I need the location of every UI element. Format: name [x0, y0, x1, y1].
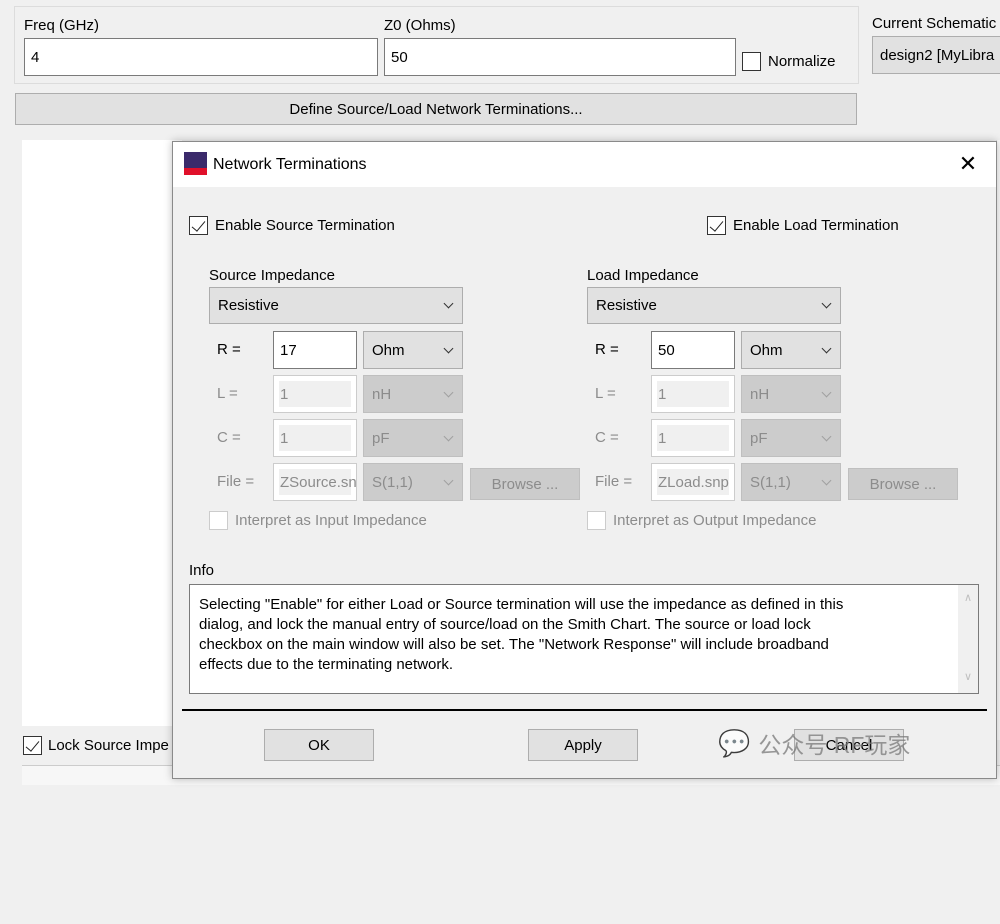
lock-source-checkbox[interactable]	[23, 736, 42, 755]
z0-input[interactable]: 50	[384, 38, 736, 76]
info-text: Selecting "Enable" for either Load or So…	[199, 596, 844, 673]
freq-input[interactable]: 4	[24, 38, 378, 76]
normalize-label: Normalize	[768, 53, 836, 70]
source-r-input[interactable]: 17	[273, 331, 357, 369]
chevron-down-icon	[443, 475, 454, 485]
source-c-input[interactable]: 1	[273, 419, 357, 457]
source-l-input[interactable]: 1	[273, 375, 357, 413]
source-l-unit-select[interactable]: nH	[363, 375, 463, 413]
source-r-unit-select[interactable]: Ohm	[363, 331, 463, 369]
load-browse-button[interactable]: Browse ...	[848, 468, 958, 500]
chevron-down-icon	[443, 431, 454, 441]
chevron-down-icon	[821, 343, 832, 353]
source-r-label: R =	[217, 341, 241, 358]
chevron-down-icon	[443, 298, 454, 309]
info-label: Info	[189, 562, 215, 579]
chevron-down-icon	[821, 475, 832, 485]
load-r-input[interactable]: 50	[651, 331, 735, 369]
info-scrollbar[interactable]: ∧ ∨	[958, 585, 978, 693]
current-schematic-label: Current Schematic	[872, 15, 997, 32]
chevron-down-icon	[443, 387, 454, 397]
scroll-up-icon[interactable]: ∧	[958, 591, 978, 604]
load-file-param-select[interactable]: S(1,1)	[741, 463, 841, 501]
chevron-down-icon	[821, 431, 832, 441]
divider	[182, 709, 987, 711]
source-file-param-select[interactable]: S(1,1)	[363, 463, 463, 501]
load-l-input[interactable]: 1	[651, 375, 735, 413]
z0-label: Z0 (Ohms)	[384, 17, 456, 34]
load-l-unit-select[interactable]: nH	[741, 375, 841, 413]
source-type-select[interactable]: Resistive	[209, 287, 463, 324]
close-icon[interactable]: ✕	[953, 150, 983, 180]
source-c-unit-select[interactable]: pF	[363, 419, 463, 457]
source-l-label: L =	[217, 385, 238, 402]
ok-button[interactable]: OK	[264, 729, 374, 761]
normalize-checkbox[interactable]	[742, 52, 761, 71]
apply-button[interactable]: Apply	[528, 729, 638, 761]
interpret-output-label: Interpret as Output Impedance	[613, 512, 817, 529]
load-r-label: R =	[595, 341, 619, 358]
define-terminations-button[interactable]: Define Source/Load Network Terminations.…	[15, 93, 857, 125]
lock-source-label: Lock Source Impe	[48, 737, 169, 754]
source-heading: Source Impedance	[209, 267, 335, 284]
freq-label: Freq (GHz)	[24, 17, 99, 34]
load-file-input[interactable]: ZLoad.snp	[651, 463, 735, 501]
current-schematic-select[interactable]: design2 [MyLibra	[872, 36, 1000, 74]
load-heading: Load Impedance	[587, 267, 699, 284]
info-textarea[interactable]: Selecting "Enable" for either Load or So…	[189, 584, 979, 694]
load-file-label: File =	[595, 473, 633, 490]
source-impedance-group: Source Impedance Resistive R = 17 Ohm L …	[173, 142, 580, 924]
load-c-input[interactable]: 1	[651, 419, 735, 457]
chevron-down-icon	[443, 343, 454, 353]
source-file-label: File =	[217, 473, 255, 490]
source-file-input[interactable]: ZSource.snp	[273, 463, 357, 501]
source-c-label: C =	[217, 429, 241, 446]
interpret-input-label: Interpret as Input Impedance	[235, 512, 427, 529]
chevron-down-icon	[821, 298, 832, 309]
load-c-unit-select[interactable]: pF	[741, 419, 841, 457]
cancel-button[interactable]: Cancel	[794, 729, 904, 761]
smith-chart-area	[22, 140, 182, 726]
load-type-select[interactable]: Resistive	[587, 287, 841, 324]
load-r-unit-select[interactable]: Ohm	[741, 331, 841, 369]
interpret-output-checkbox[interactable]	[587, 511, 606, 530]
load-impedance-group: Load Impedance Resistive R = 50 Ohm L = …	[551, 142, 958, 924]
network-terminations-dialog: Network Terminations ✕ Enable Source Ter…	[172, 141, 997, 779]
chevron-down-icon	[821, 387, 832, 397]
load-l-label: L =	[595, 385, 616, 402]
load-c-label: C =	[595, 429, 619, 446]
interpret-input-checkbox[interactable]	[209, 511, 228, 530]
scroll-down-icon[interactable]: ∨	[958, 670, 978, 683]
